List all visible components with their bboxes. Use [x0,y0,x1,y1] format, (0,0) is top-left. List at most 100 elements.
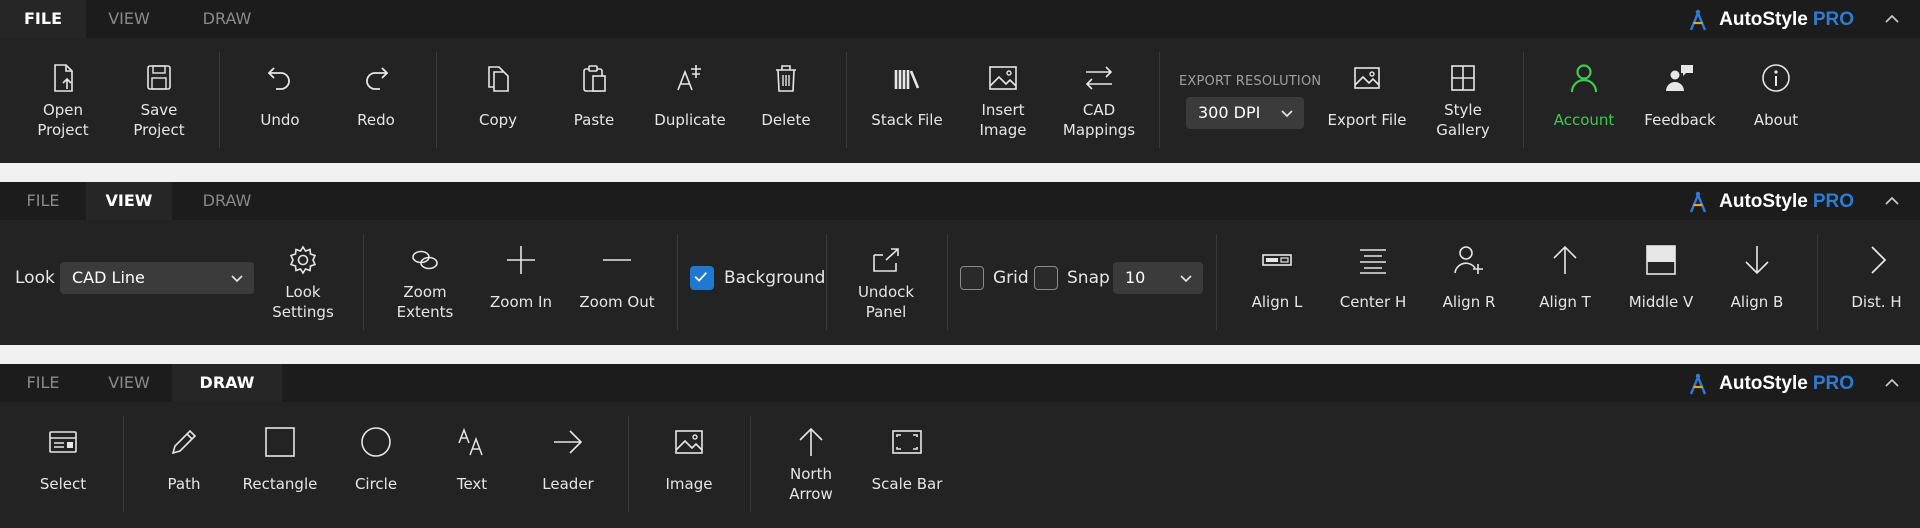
center-horizontal-label: Center H [1339,293,1407,311]
collapse-ribbon-icon[interactable] [1884,193,1900,209]
external-window-icon [873,248,899,272]
view-ribbon: FILE VIEW DRAW AutoStyle PRO Look CAD Li… [0,182,1920,345]
align-bottom-label: Align B [1730,293,1784,311]
ribbon-tabbar: FILE VIEW DRAW AutoStyle PRO [0,364,1920,402]
look-settings-button[interactable]: Look Settings [258,244,348,322]
look-select[interactable]: CAD Line [60,262,254,294]
export-image-icon [1354,67,1380,89]
export-resolution-label: EXPORT RESOLUTION [1179,74,1322,89]
arrow-up-icon [1553,245,1577,274]
align-top-button[interactable]: Align T [1520,244,1610,312]
brand-logo: AutoStyle PRO [1687,191,1854,213]
account-label: Account [1553,111,1615,129]
text-button[interactable]: Text [427,426,517,494]
zoom-in-label: Zoom In [490,293,552,311]
copy-icon [488,66,509,92]
snap-label: Snap [1067,268,1110,288]
tab-draw[interactable]: DRAW [172,182,282,220]
redo-button[interactable]: Redo [331,62,421,130]
circle-button[interactable]: Circle [331,426,421,494]
text-size-icon [458,427,483,456]
zoom-extents-button[interactable]: Zoom Extents [380,244,470,322]
tab-view[interactable]: VIEW [86,182,172,220]
about-button[interactable]: About [1731,62,1821,130]
align-right-button[interactable]: Align R [1424,244,1514,312]
duplicate-button[interactable]: Duplicate [645,62,735,130]
compass-logo-icon [1690,191,1707,213]
snap-value-select[interactable]: 10 [1113,262,1203,294]
style-gallery-button[interactable]: Style Gallery [1418,62,1508,140]
undock-panel-button[interactable]: Undock Panel [841,244,931,322]
zoom-in-button[interactable]: Zoom In [476,244,566,312]
tab-draw[interactable]: DRAW [172,0,282,38]
export-file-button[interactable]: Export File [1322,62,1412,130]
undo-button[interactable]: Undo [235,62,325,130]
brand-name: AutoStyle [1719,191,1808,212]
align-center-icon [1360,249,1386,274]
copy-label: Copy [478,111,518,129]
stack-file-button[interactable]: Stack File [862,62,952,130]
ribbon-tabbar: FILE VIEW DRAW AutoStyle PRO [0,0,1920,38]
rectangle-button[interactable]: Rectangle [235,426,325,494]
background-label: Background [724,268,826,288]
separator [123,416,124,512]
distribute-horizontal-button[interactable]: Dist. H [1833,244,1920,312]
checkmark-icon [694,272,707,282]
duplicate-label: Duplicate [654,111,726,129]
collapse-ribbon-icon[interactable] [1884,375,1900,391]
paste-clipboard-icon [583,65,606,92]
undock-panel-label: Undock Panel [857,283,915,321]
path-button[interactable]: Path [139,426,229,494]
distribute-horizontal-label: Dist. H [1851,293,1902,311]
zoom-out-button[interactable]: Zoom Out [572,244,662,312]
view-ribbon-body: Look CAD Line Look Settings Zoom Extents… [0,220,1920,345]
tab-draw[interactable]: DRAW [172,364,282,402]
tab-file[interactable]: FILE [0,182,86,220]
undo-icon [267,67,290,90]
delete-button[interactable]: Delete [741,62,831,130]
brand-logo: AutoStyle PRO [1687,9,1854,31]
brand-pro: PRO [1812,191,1854,212]
align-top-label: Align T [1539,293,1591,311]
text-label: Text [456,475,488,493]
insert-image-button[interactable]: Insert Image [958,62,1048,140]
tab-file[interactable]: FILE [0,0,86,38]
open-project-button[interactable]: Open Project [18,62,108,140]
trash-icon [776,65,796,92]
look-settings-label: Look Settings [272,283,334,321]
select-button[interactable]: Select [18,426,108,494]
copy-button[interactable]: Copy [453,62,543,130]
align-left-button[interactable]: Align L [1232,244,1322,312]
collapse-ribbon-icon[interactable] [1884,11,1900,27]
scale-bar-button[interactable]: Scale Bar [862,426,952,494]
save-project-button[interactable]: Save Project [114,62,204,140]
brand-pro: PRO [1812,373,1854,394]
center-horizontal-button[interactable]: Center H [1328,244,1418,312]
leader-button[interactable]: Leader [523,426,613,494]
snap-checkbox[interactable] [1034,266,1058,290]
account-button[interactable]: Account [1539,62,1629,130]
tab-view[interactable]: VIEW [86,364,172,402]
background-checkbox[interactable] [690,266,714,290]
align-bottom-button[interactable]: Align B [1712,244,1802,312]
separator [219,52,220,148]
middle-vertical-icon [1646,245,1676,275]
about-label: About [1753,111,1799,129]
tab-file[interactable]: FILE [0,364,86,402]
feedback-button[interactable]: Feedback [1635,62,1725,130]
brand-pro: PRO [1812,9,1854,30]
look-value: CAD Line [72,268,145,287]
cad-mappings-button[interactable]: CAD Mappings [1054,62,1144,140]
grid-checkbox[interactable] [960,266,984,290]
north-arrow-button[interactable]: North Arrow [766,426,856,504]
export-resolution-select[interactable]: 300 DPI [1186,97,1304,129]
middle-vertical-button[interactable]: Middle V [1616,244,1706,312]
leader-label: Leader [542,475,594,493]
chevron-down-icon [231,275,243,283]
align-left-icon [1262,254,1292,266]
cad-mappings-label: CAD Mappings [1062,101,1136,139]
paste-button[interactable]: Paste [549,62,639,130]
image-button[interactable]: Image [644,426,734,494]
tab-view[interactable]: VIEW [86,0,172,38]
circle-icon [361,427,391,457]
